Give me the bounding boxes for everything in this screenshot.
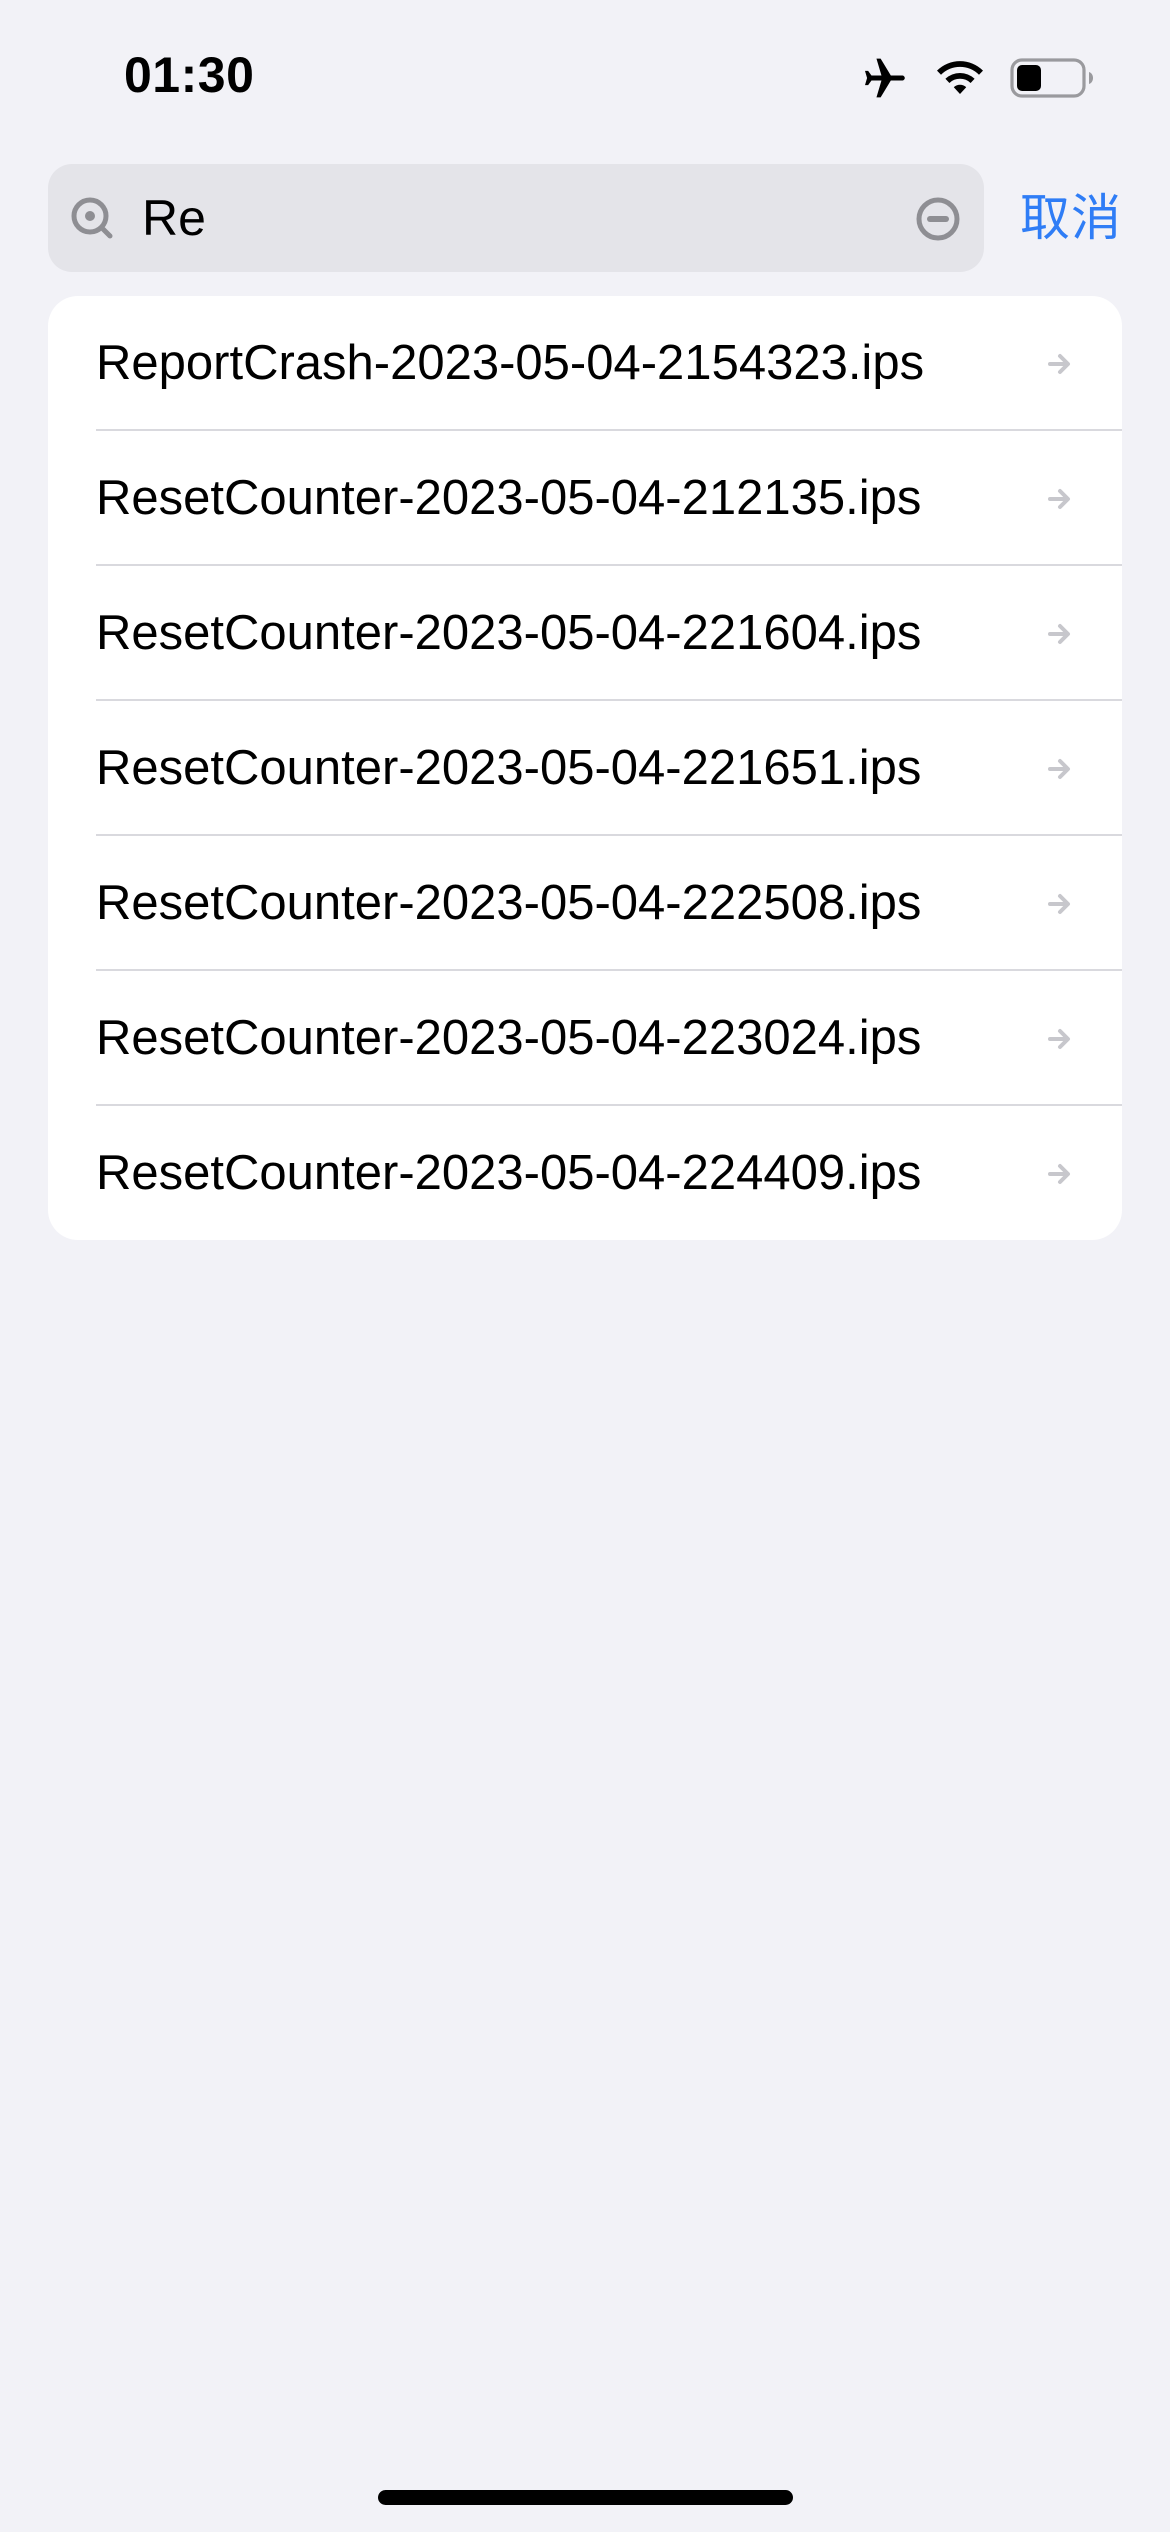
- status-time: 01:30: [124, 47, 255, 103]
- list-item[interactable]: ReportCrash-2023-05-04-2154323.ips: [48, 296, 1122, 431]
- results-list: ReportCrash-2023-05-04-2154323.ips Reset…: [48, 296, 1122, 1240]
- list-item-label: ResetCounter-2023-05-04-221651.ips: [96, 741, 922, 795]
- list-item-label: ResetCounter-2023-05-04-224409.ips: [96, 1146, 922, 1200]
- home-indicator[interactable]: [378, 2490, 793, 2505]
- chevron-right-icon: [1044, 618, 1076, 650]
- clear-icon[interactable]: [916, 197, 960, 241]
- chevron-right-icon: [1044, 348, 1076, 380]
- status-icons: [860, 50, 1096, 106]
- search-field[interactable]: [48, 164, 984, 272]
- airplane-icon: [860, 53, 910, 103]
- chevron-right-icon: [1044, 753, 1076, 785]
- chevron-right-icon: [1044, 1023, 1076, 1055]
- battery-icon: [1010, 57, 1096, 99]
- search-input[interactable]: [142, 164, 922, 272]
- list-item-label: ReportCrash-2023-05-04-2154323.ips: [96, 336, 925, 390]
- list-item[interactable]: ResetCounter-2023-05-04-222508.ips: [48, 836, 1122, 971]
- search-row: 取消: [48, 164, 1122, 272]
- wifi-icon: [934, 57, 986, 99]
- list-item-label: ResetCounter-2023-05-04-223024.ips: [96, 1011, 922, 1065]
- list-item[interactable]: ResetCounter-2023-05-04-224409.ips: [48, 1106, 1122, 1240]
- list-item-label: ResetCounter-2023-05-04-212135.ips: [96, 471, 922, 525]
- list-item-label: ResetCounter-2023-05-04-221604.ips: [96, 606, 922, 660]
- chevron-right-icon: [1044, 888, 1076, 920]
- search-icon: [70, 196, 114, 240]
- chevron-right-icon: [1044, 1158, 1076, 1190]
- list-item[interactable]: ResetCounter-2023-05-04-212135.ips: [48, 431, 1122, 566]
- list-item[interactable]: ResetCounter-2023-05-04-221604.ips: [48, 566, 1122, 701]
- status-bar: 01:30: [0, 0, 1170, 150]
- list-item-label: ResetCounter-2023-05-04-222508.ips: [96, 876, 922, 930]
- list-item[interactable]: ResetCounter-2023-05-04-223024.ips: [48, 971, 1122, 1106]
- chevron-right-icon: [1044, 483, 1076, 515]
- list-item[interactable]: ResetCounter-2023-05-04-221651.ips: [48, 701, 1122, 836]
- cancel-button[interactable]: 取消: [1020, 164, 1122, 272]
